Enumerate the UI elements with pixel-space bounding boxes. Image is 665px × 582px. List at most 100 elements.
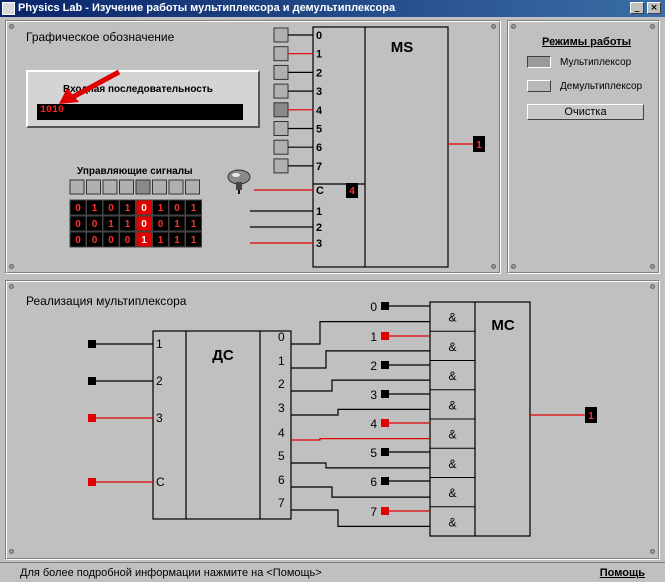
mc-data-terminal <box>381 332 389 340</box>
data-input-toggle[interactable] <box>273 121 289 136</box>
dc-output-wire <box>291 321 430 345</box>
minimize-button[interactable]: _ <box>630 2 644 14</box>
signal-cell-value: 0 <box>141 219 147 230</box>
mc-data-input-label: 5 <box>370 446 377 460</box>
title-bar: Physics Lab - Изучение работы мультиплек… <box>0 0 665 17</box>
control-signal-button[interactable] <box>135 179 151 195</box>
mc-data-terminal <box>381 448 389 456</box>
data-input-toggle[interactable] <box>273 158 289 174</box>
data-input-toggle[interactable] <box>273 27 289 43</box>
signal-cell-value: 0 <box>174 203 180 214</box>
signal-cell-value: 0 <box>92 235 98 246</box>
rivet <box>650 24 655 29</box>
control-signal-button[interactable] <box>102 179 118 195</box>
control-signal-button[interactable] <box>69 179 85 195</box>
dc-output-label: 5 <box>278 449 285 463</box>
mc-data-terminal <box>381 477 389 485</box>
dc-input-terminal <box>88 340 96 348</box>
mc-data-input-label: 6 <box>370 475 377 489</box>
data-input-toggle[interactable] <box>273 102 289 118</box>
dc-output-label: 3 <box>278 401 285 415</box>
signal-cell-value: 0 <box>108 203 114 214</box>
control-signal-button[interactable] <box>86 179 101 195</box>
rivet <box>9 264 14 269</box>
multiplexer-mode-button[interactable] <box>527 56 551 68</box>
signal-cell-value: 0 <box>75 203 81 214</box>
mc-data-terminal <box>381 507 389 515</box>
dc-label: ДС <box>212 347 234 364</box>
mc-data-input-label: 0 <box>370 300 377 314</box>
mc-data-input-label: 1 <box>370 330 377 344</box>
and-gate-symbol: & <box>448 515 456 529</box>
signal-cell-value: 1 <box>174 219 180 230</box>
and-gate-symbol: & <box>448 428 456 442</box>
multiplexer-mode-label: Мультиплексор <box>560 57 632 68</box>
dc-output-wire <box>291 509 430 527</box>
data-input-label: 0 <box>316 30 322 42</box>
and-gate-symbol: & <box>448 486 456 500</box>
mc-data-input-label: 3 <box>370 388 377 402</box>
status-text: Для более подробной информации нажмите н… <box>20 567 322 579</box>
mc-data-terminal <box>381 419 389 427</box>
mc-data-terminal <box>381 361 389 369</box>
signal-cell-value: 1 <box>125 203 131 214</box>
signal-cell-value: 0 <box>75 235 81 246</box>
signal-cell-value: 0 <box>92 219 98 230</box>
data-input-toggle[interactable] <box>273 46 289 62</box>
data-input-toggle[interactable] <box>273 139 289 155</box>
control-signal-button[interactable] <box>152 179 167 195</box>
dc-output-wire <box>291 462 430 469</box>
app-icon <box>2 2 15 15</box>
data-input-label: 1 <box>316 49 322 61</box>
dc-input-label: 1 <box>156 337 163 351</box>
red-arrow-icon <box>59 69 121 104</box>
dc-output-wire <box>291 486 430 498</box>
data-input-label: 3 <box>316 86 322 98</box>
and-gate-symbol: & <box>448 457 456 471</box>
signal-cell-value: 0 <box>141 203 147 214</box>
data-input-toggle[interactable] <box>273 64 289 80</box>
signal-cell-value: 1 <box>141 235 147 246</box>
dc-output-label: 0 <box>278 330 285 344</box>
dc-input-label: 2 <box>156 374 163 388</box>
window-title: Physics Lab - Изучение работы мультиплек… <box>18 2 396 14</box>
mc-data-input-label: 4 <box>370 417 377 431</box>
rivet <box>511 264 516 269</box>
rivet <box>511 24 516 29</box>
data-input-label: 6 <box>316 142 322 154</box>
strobe-label: C <box>316 185 324 197</box>
signal-cell-value: 1 <box>191 203 197 214</box>
data-input-toggle[interactable] <box>273 83 289 99</box>
address-input-label: 1 <box>316 206 322 218</box>
dc-output-label: 7 <box>278 496 285 510</box>
data-input-label: 4 <box>316 105 323 117</box>
and-gate-symbol: & <box>448 398 456 412</box>
dc-output-label: 1 <box>278 354 285 368</box>
control-signal-button[interactable] <box>119 179 134 195</box>
demultiplexer-mode-button[interactable] <box>527 80 551 92</box>
mc-output-value: 1 <box>588 411 594 422</box>
and-gate-symbol: & <box>448 340 456 354</box>
help-link[interactable]: Помощь <box>600 567 645 579</box>
status-bar: Для более подробной информации нажмите н… <box>0 562 665 582</box>
dc-output-wire <box>291 408 430 416</box>
ms-box <box>312 26 449 268</box>
signal-cell-value: 1 <box>92 203 98 214</box>
dc-input-label: 3 <box>156 411 163 425</box>
close-button[interactable]: × <box>647 2 661 14</box>
dc-input-terminal <box>88 414 96 422</box>
signal-cell-value: 1 <box>191 235 197 246</box>
control-signal-button[interactable] <box>168 179 184 195</box>
clear-button[interactable]: Очистка <box>527 104 644 120</box>
dc-output-wire <box>291 438 430 441</box>
and-gate-symbol: & <box>448 311 456 325</box>
mc-data-input-label: 7 <box>370 505 377 519</box>
data-input-label: 5 <box>316 124 322 136</box>
ms-symbol: MS 0 1 2 3 4 5 6 7 C 4 1 2 3 1 <box>250 26 485 268</box>
signal-cell-value: 1 <box>158 235 164 246</box>
demultiplexer-mode-label: Демультиплексор <box>560 81 643 92</box>
control-signal-button[interactable] <box>185 179 200 195</box>
graphic-panel-title: Графическое обозначение <box>26 30 175 44</box>
signal-cell-value: 1 <box>158 203 164 214</box>
and-gate-symbol: & <box>448 369 456 383</box>
